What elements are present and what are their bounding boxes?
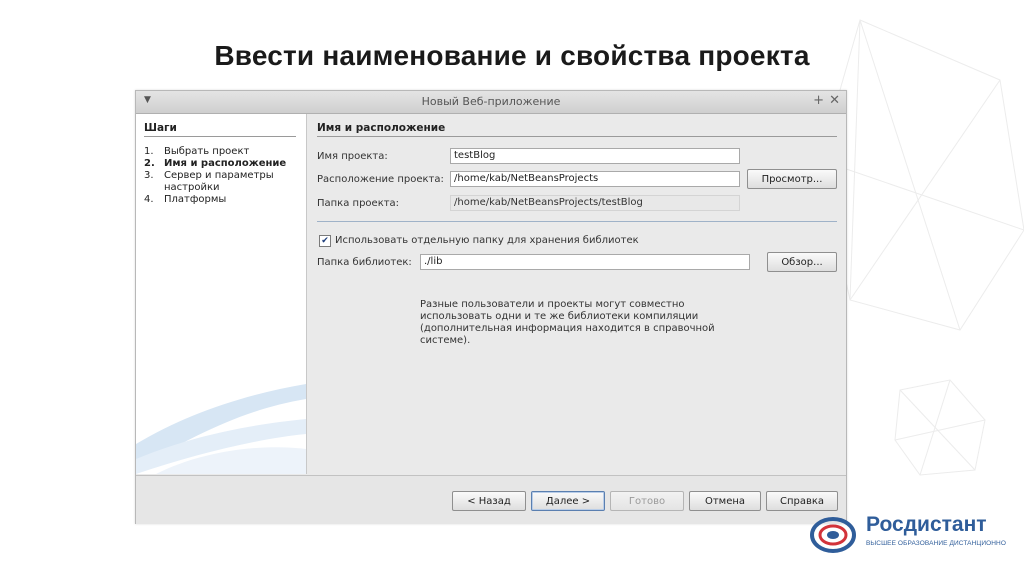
back-button[interactable]: < Назад: [452, 491, 526, 511]
dialog-button-bar: < Назад Далее > Готово Отмена Справка: [136, 475, 846, 524]
maximize-icon[interactable]: +: [813, 93, 824, 108]
steps-list: 1. Выбрать проект 2. Имя и расположение …: [144, 146, 286, 206]
next-button[interactable]: Далее >: [531, 491, 605, 511]
step-label: Имя и расположение: [164, 158, 287, 169]
dialog-title: Новый Веб-приложение: [421, 95, 561, 108]
decorative-swoosh-graphic: [136, 384, 306, 474]
project-location-input[interactable]: /home/kab/NetBeansProjects: [450, 171, 740, 187]
step-number: 4.: [144, 194, 154, 205]
step-label: Выбрать проект: [164, 146, 250, 157]
dialog-titlebar: ▼ Новый Веб-приложение + ✕: [136, 91, 846, 114]
brand-logo: Росдистант ВЫСШЕЕ ОБРАЗОВАНИЕ ДИСТАНЦИОН…: [808, 513, 1008, 557]
section-heading: Имя и расположение: [317, 122, 837, 137]
brand-name: Росдистант: [866, 513, 987, 536]
step-label: Сервер и параметры настройки: [164, 170, 274, 193]
brand-emblem-icon: [810, 517, 856, 553]
project-location-label: Расположение проекта:: [317, 174, 444, 185]
steps-heading: Шаги: [144, 122, 296, 137]
close-icon[interactable]: ✕: [829, 93, 840, 108]
shared-libs-checkbox[interactable]: ✔: [319, 235, 331, 247]
slide-title: Ввести наименование и свойства проекта: [214, 40, 810, 71]
dialog-content: Имя и расположение Имя проекта: testBlog…: [307, 114, 845, 474]
step-number: 1.: [144, 146, 154, 157]
finish-button[interactable]: Готово: [610, 491, 684, 511]
shared-libs-label: Использовать отдельную папку для хранени…: [335, 235, 639, 246]
project-name-label: Имя проекта:: [317, 151, 388, 162]
step-number: 2.: [144, 158, 155, 169]
step-number: 3.: [144, 170, 154, 181]
step-item-current: 2. Имя и расположение: [144, 158, 286, 170]
cancel-button[interactable]: Отмена: [689, 491, 761, 511]
libraries-folder-input[interactable]: ./lib: [420, 254, 750, 270]
browse-location-button[interactable]: Просмотр...: [747, 169, 837, 189]
project-folder-label: Папка проекта:: [317, 198, 400, 209]
step-item: 4. Платформы: [144, 194, 286, 206]
help-button[interactable]: Справка: [766, 491, 838, 511]
brand-tagline: ВЫСШЕЕ ОБРАЗОВАНИЕ ДИСТАНЦИОННО: [866, 540, 1006, 547]
project-folder-field: /home/kab/NetBeansProjects/testBlog: [450, 195, 740, 211]
shared-libs-info-text: Разные пользователи и проекты могут совм…: [420, 299, 715, 346]
steps-panel: Шаги 1. Выбрать проект 2. Имя и располож…: [136, 114, 307, 474]
step-item: 1. Выбрать проект: [144, 146, 286, 158]
libraries-folder-label: Папка библиотек:: [317, 257, 412, 268]
step-item: 3. Сервер и параметры настройки: [144, 170, 286, 194]
section-separator: [317, 221, 837, 222]
step-label: Платформы: [164, 194, 227, 205]
new-project-dialog: ▼ Новый Веб-приложение + ✕ Шаги 1. Выбра…: [135, 90, 847, 524]
project-name-input[interactable]: testBlog: [450, 148, 740, 164]
browse-libraries-button[interactable]: Обзор...: [767, 252, 837, 272]
